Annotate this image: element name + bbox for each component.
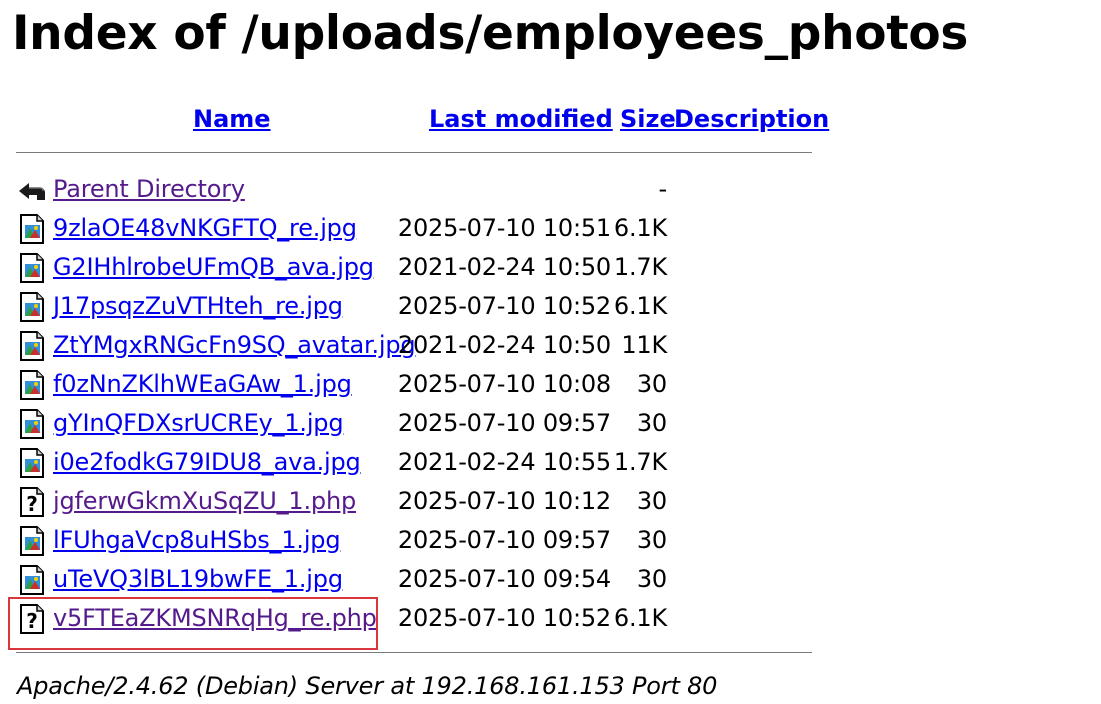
file-last-modified: 2025-07-10 10:08 [397,370,611,398]
file-link[interactable]: f0zNnZKlhWEaGAw_1.jpg [53,365,352,404]
file-last-modified: 2025-07-10 10:52 [397,292,611,320]
file-size: 30 [636,565,667,593]
parent-directory-row: Parent Directory - [0,170,820,209]
file-row: i0e2fodkG79IDU8_ava.jpg 2021-02-24 10:55 1… [0,443,820,482]
column-header-name[interactable]: Name [193,102,271,136]
parent-directory-link[interactable]: Parent Directory [53,170,245,209]
image-file-icon [16,408,48,440]
file-size: 30 [636,526,667,554]
back-icon [16,174,48,206]
page-title: Index of /uploads/employees_photos [12,6,969,61]
file-link[interactable]: ZtYMgxRNGcFn9SQ_avatar.jpg [53,326,416,365]
file-row: ? jgferwGkmXuSqZU_1.php 2025-07-10 10:12 30 [0,482,820,521]
image-file-icon [16,330,48,362]
image-file-icon [16,369,48,401]
footer-divider [16,652,812,653]
file-size: 30 [636,409,667,437]
file-row: uTeVQ3lBL19bwFE_1.jpg 2025-07-10 09:54 30 [0,560,820,599]
file-link[interactable]: jgferwGkmXuSqZU_1.php [53,482,356,521]
file-row: ZtYMgxRNGcFn9SQ_avatar.jpg 2021-02-24 10:… [0,326,820,365]
file-link[interactable]: i0e2fodkG79IDU8_ava.jpg [53,443,361,482]
file-link[interactable]: v5FTEaZKMSNRqHg_re.php [53,599,377,638]
svg-text:?: ? [26,609,38,633]
file-size: 30 [636,487,667,515]
file-last-modified: 2021-02-24 10:55 [397,448,611,476]
file-row: ? v5FTEaZKMSNRqHg_re.php 2025-07-10 10:52 6… [0,599,820,638]
file-size: 1.7K [613,253,667,281]
server-signature: Apache/2.4.62 (Debian) Server at 192.168… [17,672,718,700]
file-last-modified: 2025-07-10 09:57 [397,409,611,437]
file-link[interactable]: lFUhgaVcp8uHSbs_1.jpg [53,521,341,560]
file-last-modified: 2025-07-10 09:57 [397,526,611,554]
unknown-file-icon: ? [16,603,48,635]
file-link[interactable]: uTeVQ3lBL19bwFE_1.jpg [53,560,343,599]
file-size: 6.1K [613,214,667,242]
file-row: J17psqzZuVTHteh_re.jpg 2025-07-10 10:52 6.… [0,287,820,326]
image-file-icon [16,291,48,323]
sort-by-size-link[interactable]: Size [620,105,676,133]
file-link[interactable]: gYInQFDXsrUCREy_1.jpg [53,404,344,443]
image-file-icon [16,564,48,596]
file-size: 1.7K [613,448,667,476]
file-last-modified: 2025-07-10 10:52 [397,604,611,632]
file-row: G2IHhlrobeUFmQB_ava.jpg 2021-02-24 10:50 1… [0,248,820,287]
header-divider [16,152,812,153]
sort-by-last-modified-link[interactable]: Last modified [429,105,613,133]
sort-by-description-link[interactable]: Description [674,105,829,133]
sort-by-name-link[interactable]: Name [193,105,271,133]
file-last-modified: 2025-07-10 10:51 [397,214,611,242]
file-row: gYInQFDXsrUCREy_1.jpg 2025-07-10 09:57 30 [0,404,820,443]
file-link[interactable]: J17psqzZuVTHteh_re.jpg [53,287,343,326]
parent-directory-size: - [658,175,668,203]
file-link[interactable]: 9zlaOE48vNKGFTQ_re.jpg [53,209,357,248]
file-size: 6.1K [613,604,667,632]
image-file-icon [16,252,48,284]
column-header-description[interactable]: Description [674,102,829,136]
image-file-icon [16,525,48,557]
file-last-modified: 2025-07-10 10:12 [397,487,611,515]
file-row: lFUhgaVcp8uHSbs_1.jpg 2025-07-10 09:57 30 [0,521,820,560]
file-last-modified: 2025-07-10 09:54 [397,565,611,593]
file-link[interactable]: G2IHhlrobeUFmQB_ava.jpg [53,248,374,287]
unknown-file-icon: ? [16,486,48,518]
file-size: 30 [636,370,667,398]
file-row: f0zNnZKlhWEaGAw_1.jpg 2025-07-10 10:08 30 [0,365,820,404]
file-row: 9zlaOE48vNKGFTQ_re.jpg 2025-07-10 10:51 6.… [0,209,820,248]
svg-text:?: ? [26,492,38,516]
column-header-last-modified[interactable]: Last modified [429,102,613,136]
file-size: 11K [621,331,667,359]
file-last-modified: 2021-02-24 10:50 [397,331,611,359]
file-size: 6.1K [613,292,667,320]
image-file-icon [16,213,48,245]
image-file-icon [16,447,48,479]
column-header-size[interactable]: Size [620,102,676,136]
file-last-modified: 2021-02-24 10:50 [397,253,611,281]
